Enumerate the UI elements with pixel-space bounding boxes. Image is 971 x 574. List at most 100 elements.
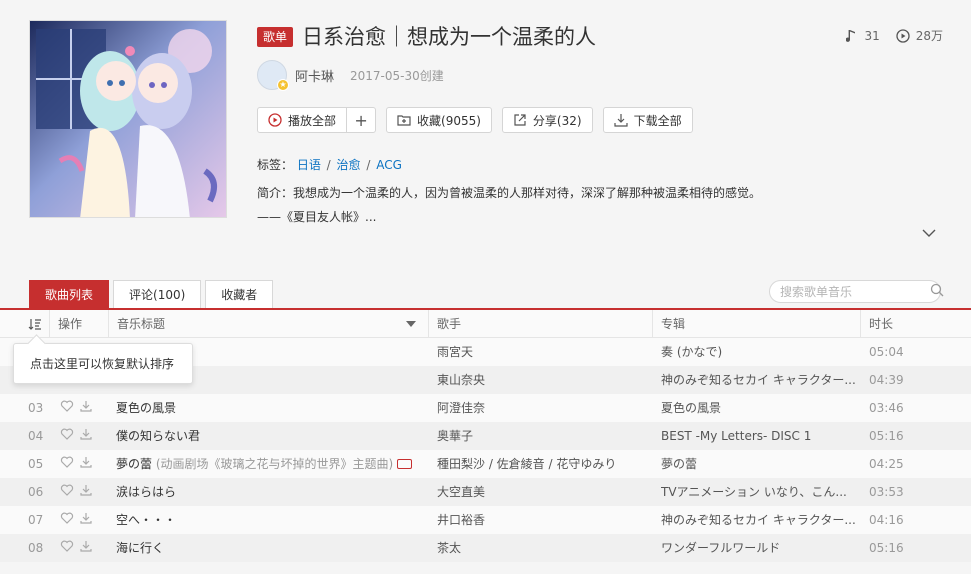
song-album[interactable]: BEST -My Letters- DISC 1 xyxy=(661,422,856,450)
tab-subscribers[interactable]: 收藏者 xyxy=(205,280,274,309)
song-title: 僕の知らない君 xyxy=(116,429,201,443)
song-artist[interactable]: 奥華子 xyxy=(437,422,647,450)
song-duration: 04:39 xyxy=(869,373,904,387)
song-index: 03 xyxy=(28,401,44,415)
like-heart-icon[interactable] xyxy=(60,506,74,534)
song-title-cell[interactable]: 海に行く xyxy=(116,534,416,562)
folder-add-icon xyxy=(397,114,411,126)
song-album[interactable]: 神のみぞ知るセカイ キャラクター... xyxy=(661,366,856,394)
song-artist[interactable]: 大空直美 xyxy=(437,478,647,506)
like-heart-icon[interactable] xyxy=(60,450,74,478)
sort-icon xyxy=(28,319,41,330)
play-all-group: 播放全部 + xyxy=(257,107,377,133)
download-icon[interactable] xyxy=(80,478,92,506)
tag-link[interactable]: 日语 xyxy=(297,158,321,172)
col-title[interactable]: 音乐标题 xyxy=(108,310,428,338)
song-album[interactable]: 神のみぞ知るセカイ キャラクター... xyxy=(661,506,856,534)
song-ops xyxy=(60,534,92,562)
song-artist[interactable]: 阿澄佳奈 xyxy=(437,394,647,422)
collect-button[interactable]: 收藏(9055) xyxy=(386,107,492,133)
creator-info: ★ 阿卡琳 2017-05-30创建 xyxy=(257,60,444,91)
play-all-button[interactable]: 播放全部 xyxy=(258,108,348,132)
share-button[interactable]: 分享(32) xyxy=(501,107,593,133)
song-ops xyxy=(60,478,92,506)
song-index: 05 xyxy=(28,457,44,471)
play-count: 28万 xyxy=(915,29,943,43)
intro-label: 简介： xyxy=(257,186,294,200)
download-icon[interactable] xyxy=(80,506,92,534)
song-note: (动画剧场《玻璃之花与坏掉的世界》主题曲) xyxy=(155,457,394,471)
playlist-intro: 简介：我想成为一个温柔的人，因为曾被温柔的人那样对待，深深了解那种被温柔相待的感… xyxy=(257,184,761,201)
song-row[interactable]: 03 夏色の風景 阿澄佳奈 夏色の風景 03:46 xyxy=(0,394,971,422)
song-album[interactable]: 夏色の風景 xyxy=(661,394,856,422)
song-album[interactable]: ワンダーフルワールド xyxy=(661,534,856,562)
like-heart-icon[interactable] xyxy=(60,534,74,562)
avatar[interactable]: ★ xyxy=(257,60,289,91)
song-title: 涙はらはら xyxy=(116,485,177,499)
song-ops xyxy=(60,450,92,478)
download-all-button[interactable]: 下载全部 xyxy=(602,107,693,133)
song-title-cell[interactable]: 空へ・・・ xyxy=(116,506,416,534)
sort-reset-button[interactable] xyxy=(0,310,49,338)
tag-link[interactable]: 治愈 xyxy=(337,158,361,172)
song-ops xyxy=(60,394,92,422)
song-row[interactable]: 05 夢の蕾 (动画剧场《玻璃之花与坏掉的世界》主题曲) 種田梨沙 / 佐倉綾音 /… xyxy=(0,450,971,478)
song-title: 海に行く xyxy=(116,541,165,555)
expand-intro-button[interactable] xyxy=(921,227,937,241)
song-artist[interactable]: 種田梨沙 / 佐倉綾音 / 花守ゆみり xyxy=(437,450,647,478)
playlist-cover xyxy=(29,20,227,218)
search-input[interactable] xyxy=(780,284,930,299)
download-icon[interactable] xyxy=(80,534,92,562)
song-album[interactable]: 夢の蕾 xyxy=(661,450,856,478)
download-icon[interactable] xyxy=(80,422,92,450)
song-title-cell[interactable]: 夢の蕾 (动画剧场《玻璃之花与坏掉的世界》主题曲) xyxy=(116,450,416,478)
like-heart-icon[interactable] xyxy=(60,422,74,450)
tab-comments[interactable]: 评论(100) xyxy=(113,280,202,309)
caret-down-icon xyxy=(406,321,416,327)
intro-text: 我想成为一个温柔的人，因为曾被温柔的人那样对待，深深了解那种被温柔相待的感觉。 xyxy=(293,186,762,200)
song-count: 31 xyxy=(864,28,880,43)
tag-link[interactable]: ACG xyxy=(376,158,402,172)
song-artist[interactable]: 茶太 xyxy=(437,534,647,562)
song-title: 夢の蕾 xyxy=(116,457,153,471)
col-album[interactable]: 专辑 xyxy=(652,310,860,338)
song-index: 08 xyxy=(28,541,44,555)
download-icon[interactable] xyxy=(80,394,92,422)
song-index: 07 xyxy=(28,513,44,527)
add-to-queue-button[interactable]: + xyxy=(347,108,375,132)
tab-song-list[interactable]: 歌曲列表 xyxy=(29,280,110,309)
song-duration: 03:46 xyxy=(869,401,904,415)
music-note-icon xyxy=(846,29,858,43)
share-label: 分享(32) xyxy=(532,113,582,128)
song-index: 06 xyxy=(28,485,44,499)
song-artist[interactable]: 雨宮天 xyxy=(437,338,647,366)
song-album[interactable]: TVアニメーション いなり、こん... xyxy=(661,478,856,506)
download-icon[interactable] xyxy=(80,450,92,478)
mv-icon[interactable] xyxy=(397,458,413,469)
song-row[interactable]: 08 海に行く 茶太 ワンダーフルワールド 05:16 xyxy=(0,534,971,562)
song-row[interactable]: 04 僕の知らない君 奥華子 BEST -My Letters- DISC 1 05:1… xyxy=(0,422,971,450)
col-artist[interactable]: 歌手 xyxy=(428,310,652,338)
chevron-down-icon xyxy=(922,229,936,237)
song-row[interactable]: 07 空へ・・・ 井口裕香 神のみぞ知るセカイ キャラクター... 04:16 xyxy=(0,506,971,534)
song-duration: 05:04 xyxy=(869,345,904,359)
creator-name[interactable]: 阿卡琳 xyxy=(295,66,334,85)
song-album[interactable]: 奏 (かなで) xyxy=(661,338,856,366)
like-heart-icon[interactable] xyxy=(60,394,74,422)
song-artist[interactable]: 井口裕香 xyxy=(437,506,647,534)
song-artist[interactable]: 東山奈央 xyxy=(437,366,647,394)
col-duration[interactable]: 时长 xyxy=(860,310,971,338)
song-row[interactable]: 06 涙はらはら 大空直美 TVアニメーション いなり、こん... 03:53 xyxy=(0,478,971,506)
song-duration: 04:25 xyxy=(869,457,904,471)
download-icon xyxy=(613,113,628,127)
song-title-cell[interactable]: 涙はらはら xyxy=(116,478,416,506)
download-all-label: 下载全部 xyxy=(633,113,682,128)
song-duration: 04:16 xyxy=(869,513,904,527)
song-ops xyxy=(60,422,92,450)
like-heart-icon[interactable] xyxy=(60,478,74,506)
play-count-icon xyxy=(896,28,910,43)
song-title-cell[interactable]: 夏色の風景 xyxy=(116,394,416,422)
song-title-cell[interactable]: 僕の知らない君 xyxy=(116,422,416,450)
search-icon[interactable] xyxy=(930,283,944,300)
play-all-label: 播放全部 xyxy=(288,113,337,128)
